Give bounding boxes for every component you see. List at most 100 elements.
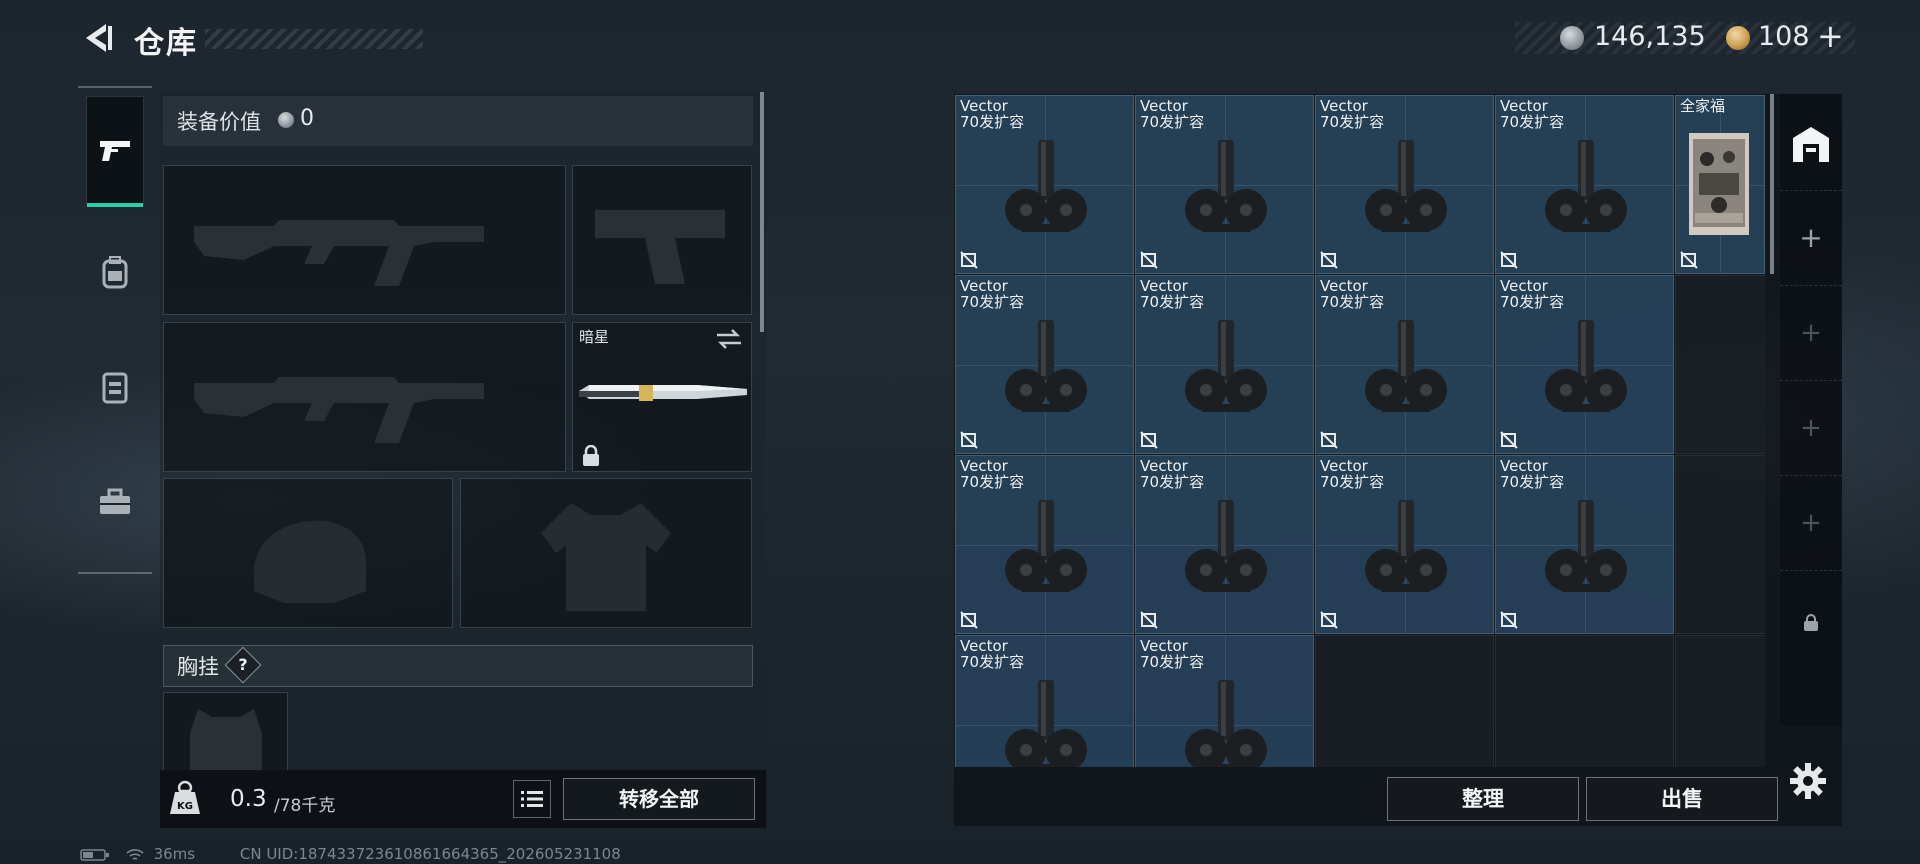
item-title: Vector [1320,97,1368,115]
storage-item[interactable]: Vector 70发扩容 [955,275,1134,454]
secondary-weapon-slot[interactable] [163,322,566,472]
item-subtitle: 70发扩容 [1140,473,1205,491]
drum-magazine-icon [1005,500,1087,592]
item-subtitle: 70发扩容 [1140,113,1205,131]
storage-item[interactable]: Vector 70发扩容 [1315,95,1494,274]
equipment-value-label: 装备价值 [177,110,261,134]
empty-cell [1675,455,1765,634]
drum-magazine-icon [1545,320,1627,412]
warehouse-icon [1793,127,1829,162]
storage-tab-main[interactable] [1780,115,1842,173]
tradable-tag-icon [1320,431,1338,449]
ping-value: 36ms [153,845,196,863]
chest-rig-slot[interactable] [163,692,288,772]
storage-item[interactable]: Vector 70发扩容 [1495,275,1674,454]
item-name: Vector 70发扩容 [1320,458,1384,490]
pistol-slot[interactable] [572,165,752,315]
drum-magazine-icon [1185,680,1267,767]
item-name: Vector 70发扩容 [1140,458,1204,490]
storage-item[interactable]: Vector 70发扩容 [1495,455,1674,634]
item-subtitle: 70发扩容 [960,113,1025,131]
tab-divider [1780,190,1842,191]
drum-magazine-icon [1005,320,1087,412]
category-tab-supplies[interactable] [86,448,144,556]
svg-text:KG: KG [177,801,193,812]
weight-max: /78千克 [274,796,336,816]
gold-coin-icon [1726,26,1750,50]
silver-coin-icon [278,112,294,128]
chest-rig-label: 胸挂 [177,655,219,679]
item-subtitle: 70发扩容 [960,653,1025,671]
back-arrow-icon[interactable] [78,20,114,56]
category-rail [78,86,152,574]
item-title: Vector [1320,457,1368,475]
item-title: Vector [1500,457,1548,475]
toolbox-icon [100,488,130,514]
gear-icon[interactable] [1789,762,1827,800]
storage-item[interactable]: Vector 70发扩容 [1315,275,1494,454]
item-title: Vector [1140,277,1188,295]
tab-divider [1780,380,1842,381]
uid-text: CN UID:187433723610861664365_20260523110… [239,845,621,863]
storage-item[interactable]: Vector 70发扩容 [1495,95,1674,274]
storage-item[interactable]: Vector 70发扩容 [1135,455,1314,634]
equipment-scrollbar[interactable] [760,92,764,332]
sell-button[interactable]: 出售 [1586,777,1778,821]
sort-button[interactable]: 整理 [1387,777,1579,821]
tab-divider [1780,475,1842,476]
tradable-tag-icon [960,611,978,629]
tradable-tag-icon [1320,611,1338,629]
drum-magazine-icon [1005,680,1087,767]
item-name: Vector 70发扩容 [960,278,1024,310]
storage-item[interactable]: Vector 70发扩容 [1315,455,1494,634]
category-tab-vest[interactable] [86,333,144,441]
item-title: Vector [1140,637,1188,655]
category-tab-backpack[interactable] [86,218,144,326]
storage-item[interactable]: Vector 70发扩容 [1135,635,1314,767]
knife-icon [579,385,747,401]
lock-icon [1804,614,1818,631]
storage-item[interactable]: Vector 70发扩容 [955,635,1134,767]
item-title: Vector [1500,277,1548,295]
item-title: Vector [1140,97,1188,115]
storage-item[interactable]: 全家福 [1675,95,1765,274]
helmet-silhouette-icon [254,520,366,603]
storage-item[interactable]: Vector 70发扩容 [955,455,1134,634]
add-currency-button[interactable]: + [1817,17,1844,55]
armor-slot[interactable] [460,478,752,628]
item-name: Vector 70发扩容 [1320,278,1384,310]
help-icon: ? [238,655,248,674]
add-storage-tab-button[interactable]: + [1780,217,1842,257]
page-title: 仓库 [134,26,198,61]
item-name: Vector 70发扩容 [1500,98,1564,130]
transfer-all-button[interactable]: 转移全部 [563,778,755,820]
item-name: Vector 70发扩容 [1140,98,1204,130]
backpack-icon [102,256,128,289]
storage-item[interactable]: Vector 70发扩容 [1135,275,1314,454]
item-title: Vector [960,97,1008,115]
category-tab-weapons[interactable] [86,96,144,207]
storage-item[interactable]: Vector 70发扩容 [1135,95,1314,274]
tradable-tag-icon [1320,251,1338,269]
melee-slot[interactable]: 暗星 [572,322,752,472]
empty-cell [1315,635,1494,767]
item-subtitle: 70发扩容 [1140,653,1205,671]
item-title: Vector [960,277,1008,295]
swap-icon[interactable] [715,328,743,350]
wifi-icon [126,848,144,860]
storage-scrollbar[interactable] [1770,94,1774,274]
locked-storage-tab [1780,605,1842,641]
helmet-slot[interactable] [163,478,453,628]
item-subtitle: 70发扩容 [1320,293,1385,311]
drum-magazine-icon [1185,140,1267,232]
primary-weapon-slot[interactable] [163,165,566,315]
list-view-button[interactable] [513,780,551,818]
drum-magazine-icon [1545,140,1627,232]
storage-item[interactable]: Vector 70发扩容 [955,95,1134,274]
tradable-tag-icon [960,431,978,449]
status-bar: 36ms CN UID:187433723610861664365_202605… [80,845,621,863]
item-title: Vector [1320,277,1368,295]
storage-tab-slot: + [1780,503,1842,543]
item-subtitle: 70发扩容 [1140,293,1205,311]
title-decoration [205,29,423,49]
